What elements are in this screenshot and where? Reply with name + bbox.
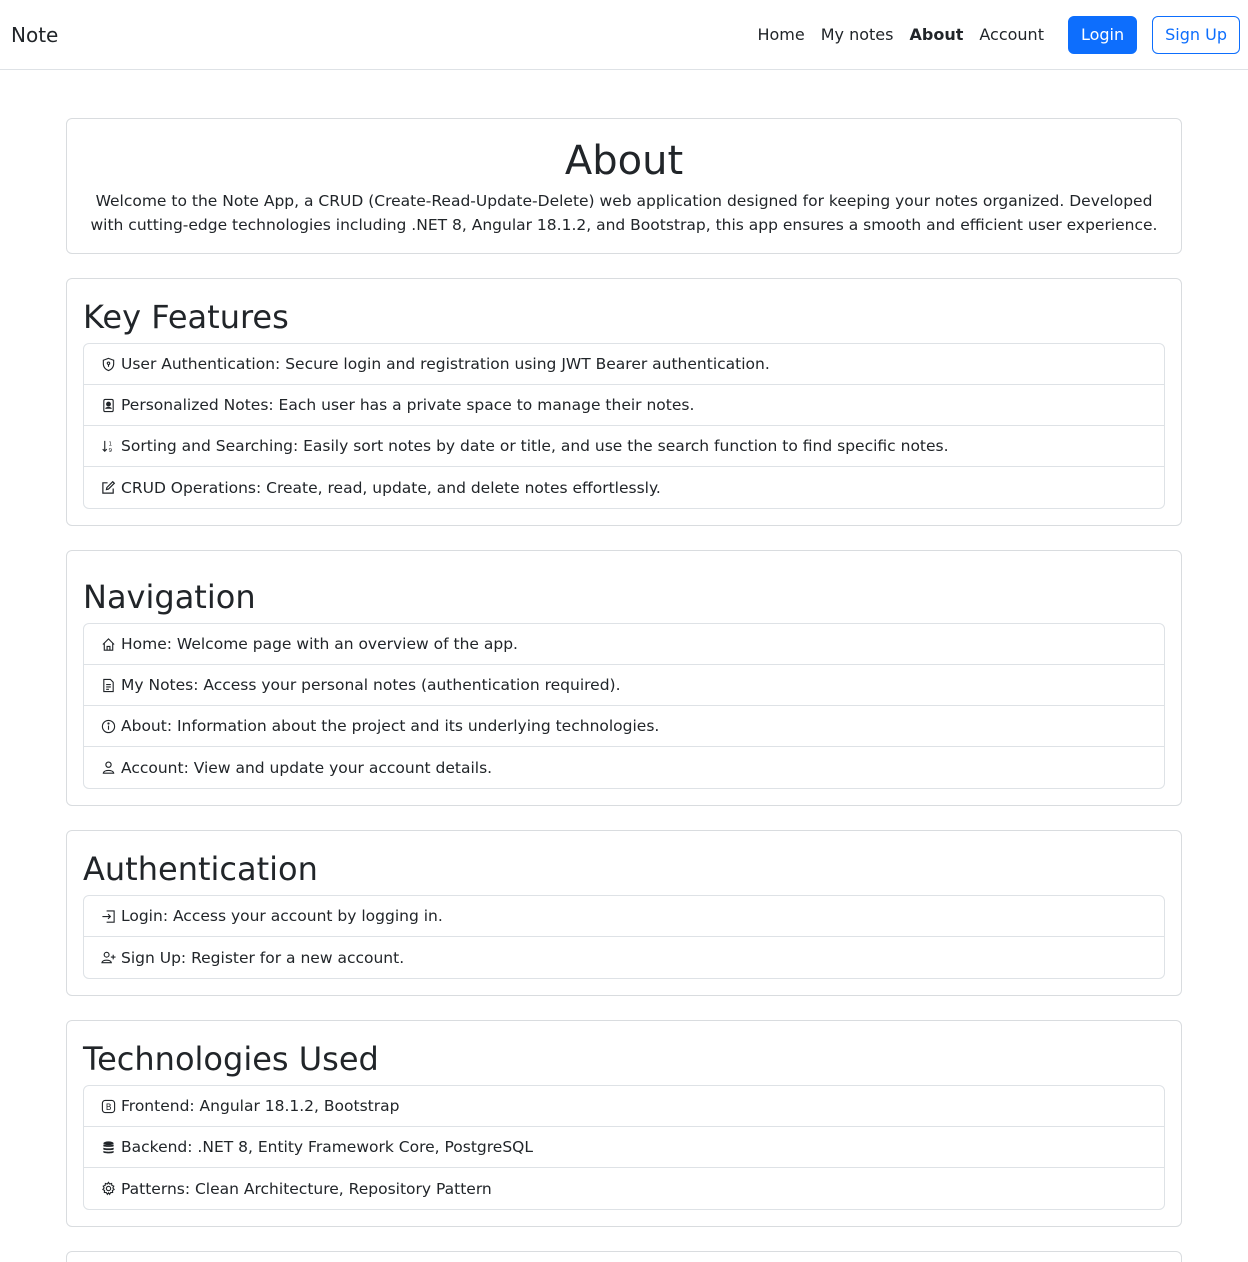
list-item: CRUD Operations: Create, read, update, a…: [84, 467, 1164, 508]
person-icon: [100, 760, 116, 776]
list-item-text: Home: Welcome page with an overview of t…: [121, 635, 518, 653]
bootstrap-icon: B: [100, 1098, 116, 1114]
key-features-list: User Authentication: Secure login and re…: [83, 343, 1165, 509]
section-title: Technologies Used: [83, 1040, 379, 1078]
svg-text:1: 1: [108, 441, 112, 447]
database-icon: [100, 1139, 116, 1155]
list-item: Patterns: Clean Architecture, Repository…: [84, 1168, 1164, 1209]
list-item-text: Personalized Notes: Each user has a priv…: [121, 396, 695, 414]
gear-icon: [100, 1181, 116, 1197]
list-item: Personalized Notes: Each user has a priv…: [84, 385, 1164, 426]
brand-logo[interactable]: Note: [11, 23, 58, 47]
technologies-list: B Frontend: Angular 18.1.2, Bootstrap Ba…: [83, 1085, 1165, 1210]
list-item-text: CRUD Operations: Create, read, update, a…: [121, 478, 661, 497]
list-item: Sign Up: Register for a new account.: [84, 937, 1164, 978]
info-circle-icon: [100, 718, 116, 734]
nav-links: Home My notes About Account: [749, 25, 1051, 44]
list-item: 19 Sorting and Searching: Easily sort no…: [84, 426, 1164, 467]
nav-link-my-notes[interactable]: My notes: [813, 25, 902, 44]
house-icon: [100, 636, 116, 652]
navigation-list: Home: Welcome page with an overview of t…: [83, 623, 1165, 789]
list-item: My Notes: Access your personal notes (au…: [84, 665, 1164, 706]
section-title: Authentication: [83, 850, 318, 888]
list-item: Home: Welcome page with an overview of t…: [84, 624, 1164, 665]
list-item-text: Sorting and Searching: Easily sort notes…: [121, 437, 949, 455]
box-arrow-in-icon: [100, 908, 116, 924]
list-item-text: My Notes: Access your personal notes (au…: [121, 676, 621, 694]
person-plus-icon: [100, 950, 116, 966]
svg-text:9: 9: [108, 448, 112, 454]
login-button[interactable]: Login: [1067, 15, 1138, 54]
svg-text:B: B: [105, 1102, 111, 1112]
list-item-text: About: Information about the project and…: [121, 717, 660, 735]
authentication-card: Authentication Login: Access your accoun…: [66, 830, 1182, 996]
nav-link-home[interactable]: Home: [749, 25, 812, 44]
authentication-list: Login: Access your account by logging in…: [83, 895, 1165, 979]
list-item-text: Sign Up: Register for a new account.: [121, 948, 405, 967]
list-item-text: Patterns: Clean Architecture, Repository…: [121, 1179, 492, 1198]
about-description: Welcome to the Note App, a CRUD (Create-…: [90, 192, 1158, 234]
about-card: About Welcome to the Note App, a CRUD (C…: [66, 118, 1182, 254]
key-features-card: Key Features User Authentication: Secure…: [66, 278, 1182, 526]
list-item-text: Backend: .NET 8, Entity Framework Core, …: [121, 1138, 533, 1156]
list-item: About: Information about the project and…: [84, 706, 1164, 747]
pencil-square-icon: [100, 480, 116, 496]
page-title: About: [564, 138, 684, 184]
top-navbar: Note Home My notes About Account Login S…: [0, 0, 1248, 70]
section-title: Key Features: [83, 298, 289, 336]
person-badge-icon: [100, 397, 116, 413]
nav-link-account[interactable]: Account: [971, 25, 1052, 44]
signup-button[interactable]: Sign Up: [1152, 15, 1240, 54]
list-item: Login: Access your account by logging in…: [84, 896, 1164, 937]
list-item-text: User Authentication: Secure login and re…: [121, 355, 770, 373]
shield-icon: [100, 356, 116, 372]
list-item: User Authentication: Secure login and re…: [84, 344, 1164, 385]
section-title: Navigation: [83, 578, 256, 616]
next-card-partial: [66, 1251, 1182, 1262]
nav-link-about[interactable]: About: [901, 25, 971, 44]
list-item-text: Frontend: Angular 18.1.2, Bootstrap: [121, 1097, 400, 1115]
list-item: Backend: .NET 8, Entity Framework Core, …: [84, 1127, 1164, 1168]
technologies-card: Technologies Used B Frontend: Angular 18…: [66, 1020, 1182, 1227]
file-text-icon: [100, 677, 116, 693]
list-item: B Frontend: Angular 18.1.2, Bootstrap: [84, 1086, 1164, 1127]
list-item: Account: View and update your account de…: [84, 747, 1164, 788]
list-item-text: Login: Access your account by logging in…: [121, 907, 443, 925]
navigation-card: Navigation Home: Welcome page with an ov…: [66, 550, 1182, 806]
main-content: About Welcome to the Note App, a CRUD (C…: [66, 70, 1182, 1262]
sort-icon: 19: [100, 438, 116, 454]
list-item-text: Account: View and update your account de…: [121, 758, 493, 777]
